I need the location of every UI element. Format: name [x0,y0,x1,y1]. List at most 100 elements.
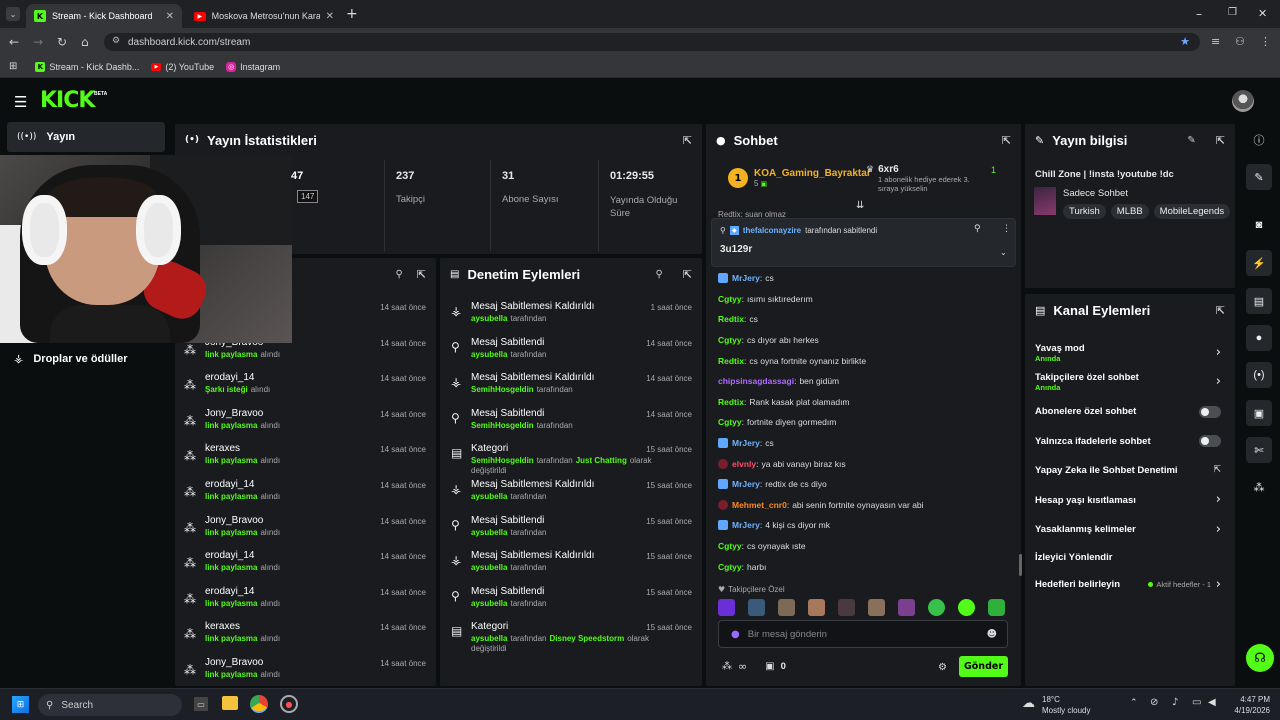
menu-icon[interactable]: ⋮ [1260,35,1271,48]
back-icon[interactable]: ← [9,35,19,49]
tab-youtube[interactable]: ▶ Moskova Metrosu'nun Karanlık ✕ [186,4,342,28]
close-icon[interactable]: ✕ [326,11,334,22]
infinity-icon[interactable]: ∞ [738,660,747,673]
bookmark-star-icon[interactable]: ★ [1180,35,1190,48]
emote-icon[interactable] [808,599,825,616]
popout-icon[interactable]: ⇱ [1002,134,1011,147]
emote-icon[interactable] [778,599,795,616]
channel-action-row[interactable]: Yalnızca ifadelerle sohbet [1025,427,1235,457]
gear-icon[interactable]: ⚙ [938,662,947,673]
reading-list-icon[interactable]: ≡ [1211,35,1220,48]
emoji-icon[interactable]: ☻ [987,629,997,640]
chat-username[interactable]: Cgtyy [718,562,742,572]
emote-icon[interactable] [838,599,855,616]
send-button[interactable]: Gönder [959,656,1008,677]
reload-icon[interactable]: ↻ [57,35,67,49]
channel-action-row[interactable]: Yasaklanmış kelimeler › [1025,515,1235,545]
channel-action-row[interactable]: Yavaş mod Anında › [1025,338,1235,368]
chat-username[interactable]: Redtix [718,356,744,366]
chevron-right-icon[interactable]: › [1216,522,1221,537]
sidebar-item-droplar[interactable]: ⚶ Droplar ve ödüller [14,352,128,365]
popout-icon[interactable]: ⇱ [1216,304,1225,317]
bookmark-youtube[interactable]: ▶ (2) YouTube [151,62,214,72]
chevron-right-icon[interactable]: › [1216,374,1221,389]
chevron-right-icon[interactable]: › [1216,577,1221,592]
window-close-icon[interactable]: ✕ [1258,7,1267,20]
clipboard-icon[interactable]: ▤ [1246,288,1272,314]
file-explorer-icon[interactable] [222,696,238,710]
category-name[interactable]: Sadece Sohbet [1063,188,1128,199]
collapse-icon[interactable]: ⇊ [856,200,864,211]
emote-icon[interactable] [748,599,765,616]
edit-icon[interactable]: ✎ [1246,164,1272,190]
channel-action-row[interactable]: İzleyici Yönlendir [1025,545,1235,571]
user-avatar[interactable] [1232,90,1254,112]
points-icon[interactable]: ⁂ [722,661,732,672]
screen-capture-icon[interactable]: ◙ [1246,212,1272,238]
bookmark-instagram[interactable]: ◎ Instagram [226,61,280,72]
tab-kick-dashboard[interactable]: K Stream - Kick Dashboard ✕ [26,4,182,28]
info-icon[interactable]: ⓘ [1246,127,1272,153]
hamburger-menu-icon[interactable]: ☰ [14,93,27,111]
popout-icon[interactable]: ⇱ [683,134,692,147]
extensions-icon[interactable]: ⚇ [1235,35,1245,48]
emote-icon[interactable] [988,599,1005,616]
chat-username[interactable]: Mehmet_cnr0 [732,500,787,510]
chat-username[interactable]: MrJery [732,520,760,530]
restore-icon[interactable]: ❐ [1228,7,1237,18]
category-thumbnail[interactable] [1034,187,1056,215]
channel-action-row[interactable]: Hesap yaşı kısıtlaması › [1025,486,1235,516]
support-icon[interactable]: ☊ [1246,644,1274,672]
network-icon[interactable]: ⊘ [1150,697,1158,708]
sidebar-item-yayin[interactable]: ((•)) Yayın [7,122,165,152]
toggle-switch[interactable] [1199,435,1221,448]
emote-icon[interactable] [958,599,975,616]
popout-icon[interactable]: ⇱ [417,268,426,281]
chevron-right-icon[interactable]: › [1216,345,1221,360]
taskbar-search[interactable]: ⚲ Search [38,694,182,716]
chat-box-icon[interactable]: ▣ [1246,400,1272,426]
external-link-icon[interactable]: ⇱ [1213,465,1221,475]
scrollbar-thumb[interactable] [1019,554,1022,576]
chevron-right-icon[interactable]: › [1216,492,1221,507]
task-view-icon[interactable]: ▭ [194,697,208,711]
emote-icon[interactable] [898,599,915,616]
pinned-message[interactable]: ⚲ ◆ thefalconayzire tarafından sabitlend… [711,218,1016,267]
chat-username[interactable]: chipsinsagdassagi [718,376,794,386]
broadcast-icon[interactable]: (•) [1246,362,1272,388]
chat-username[interactable]: MrJery [732,273,760,283]
toggle-switch[interactable] [1199,405,1221,418]
site-info-icon[interactable]: ⚙ [112,36,120,46]
url-bar[interactable]: ⚙ dashboard.kick.com/stream ★ [104,33,1200,51]
weather-widget[interactable]: 18°C Mostly cloudy [1042,694,1090,716]
close-icon[interactable]: ✕ [166,11,174,22]
chat-username[interactable]: MrJery [732,438,760,448]
edit-icon[interactable]: ✎ [1187,135,1195,146]
chevron-up-icon[interactable]: ⌃ [1130,698,1138,708]
popout-icon[interactable]: ⇱ [1216,134,1225,147]
pin-icon[interactable]: ⚲ [974,224,981,234]
chat-input[interactable]: ● Bir mesaj gönderin ☻ [718,620,1008,648]
filter-icon[interactable]: ⚲ [655,269,662,280]
tag[interactable]: MLBB [1110,204,1149,219]
channel-action-row[interactable]: Hedefleri belirleyin Aktif hedefler - 1 › [1025,570,1235,600]
wrench-icon[interactable]: ✄ [1246,437,1272,463]
chat-username[interactable]: Cgtyy [718,417,742,427]
kick-logo[interactable]: KICK [40,88,95,113]
filter-icon[interactable]: ⚲ [395,269,402,280]
bookmark-kick[interactable]: K Stream - Kick Dashb... [35,61,139,72]
channel-action-row[interactable]: Yapay Zeka ile Sohbet Denetimi ⇱ [1025,456,1235,486]
tab-search-icon[interactable]: ⌄ [6,7,20,21]
emote-icon[interactable] [868,599,885,616]
apps-grid-icon[interactable]: ⊞ [9,61,17,72]
chat-username[interactable]: Cgtyy [718,541,742,551]
windows-start-icon[interactable]: ⊞ [12,696,29,713]
chat-username[interactable]: Cgtyy [718,335,742,345]
channel-action-row[interactable]: Takipçilere özel sohbet Anında › [1025,368,1235,398]
chat-username[interactable]: Cgtyy [718,294,742,304]
chat-bubble-icon[interactable]: ● [1246,325,1272,351]
chevron-down-icon[interactable]: ⌄ [1000,248,1007,257]
new-tab-icon[interactable]: + [346,6,358,22]
emote-icon[interactable] [928,599,945,616]
display-icon[interactable]: ▭ [1192,697,1201,708]
